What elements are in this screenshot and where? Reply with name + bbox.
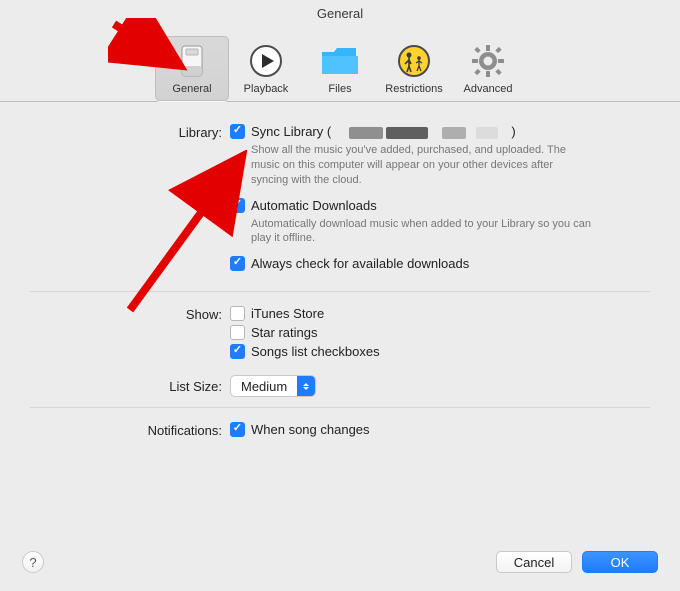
redacted-text	[476, 127, 498, 139]
redacted-text	[349, 127, 383, 139]
library-section-label: Library:	[30, 124, 230, 140]
sync-library-checkbox[interactable]	[230, 124, 245, 139]
divider	[30, 407, 650, 408]
ok-button[interactable]: OK	[582, 551, 658, 573]
files-icon	[305, 40, 375, 82]
tab-playback-label: Playback	[231, 83, 301, 95]
list-size-label: List Size:	[30, 378, 230, 394]
tab-general[interactable]: General	[155, 36, 229, 101]
show-section-label: Show:	[30, 306, 230, 322]
list-size-value: Medium	[231, 379, 297, 394]
redacted-text	[386, 127, 428, 139]
tab-general-label: General	[157, 83, 227, 95]
songs-list-checkboxes-label: Songs list checkboxes	[251, 344, 380, 359]
select-stepper-icon	[297, 376, 315, 396]
footer: ? Cancel OK	[0, 541, 680, 591]
tab-advanced-label: Advanced	[453, 83, 523, 95]
automatic-downloads-desc: Automatically download music when added …	[251, 217, 591, 247]
tab-restrictions[interactable]: Restrictions	[377, 36, 451, 101]
preferences-toolbar: General Playback Files	[0, 24, 680, 102]
songs-list-checkboxes-checkbox[interactable]	[230, 344, 245, 359]
restrictions-icon	[379, 40, 449, 82]
sync-library-desc: Show all the music you've added, purchas…	[251, 143, 591, 188]
window-title: General	[0, 0, 680, 24]
general-icon	[157, 40, 227, 82]
preferences-content: Library: Sync Library ( ) Show all the m…	[0, 102, 680, 441]
song-changes-label: When song changes	[251, 422, 370, 437]
advanced-icon	[453, 40, 523, 82]
tab-files-label: Files	[305, 83, 375, 95]
itunes-store-label: iTunes Store	[251, 306, 324, 321]
divider	[30, 291, 650, 292]
automatic-downloads-label: Automatic Downloads	[251, 198, 377, 213]
playback-icon	[231, 40, 301, 82]
song-changes-checkbox[interactable]	[230, 422, 245, 437]
list-size-select[interactable]: Medium	[230, 375, 316, 397]
sync-library-label: Sync Library ( )	[251, 124, 516, 139]
redacted-text	[442, 127, 466, 139]
tab-playback[interactable]: Playback	[229, 36, 303, 101]
tab-restrictions-label: Restrictions	[379, 83, 449, 95]
star-ratings-label: Star ratings	[251, 325, 317, 340]
star-ratings-checkbox[interactable]	[230, 325, 245, 340]
notifications-section-label: Notifications:	[30, 422, 230, 438]
cancel-button[interactable]: Cancel	[496, 551, 572, 573]
itunes-store-checkbox[interactable]	[230, 306, 245, 321]
always-check-downloads-checkbox[interactable]	[230, 256, 245, 271]
tab-advanced[interactable]: Advanced	[451, 36, 525, 101]
automatic-downloads-checkbox[interactable]	[230, 198, 245, 213]
always-check-downloads-label: Always check for available downloads	[251, 256, 469, 271]
help-button[interactable]: ?	[22, 551, 44, 573]
tab-files[interactable]: Files	[303, 36, 377, 101]
